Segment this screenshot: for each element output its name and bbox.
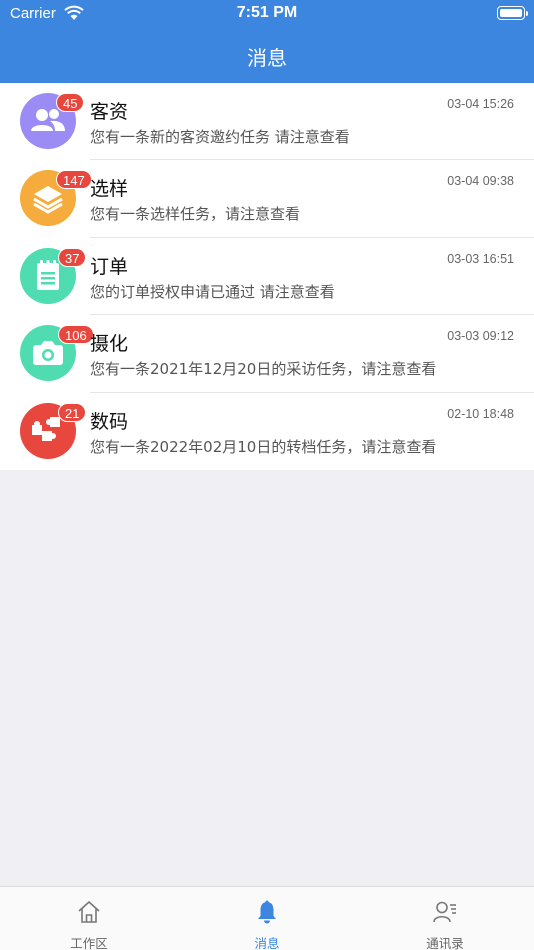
- message-desc: 您有一条2022年02月10日的转档任务，请注意查看: [90, 437, 437, 456]
- home-icon: [78, 901, 100, 923]
- unread-badge: 21: [58, 402, 87, 422]
- unread-badge: 106: [58, 325, 94, 345]
- message-item-dingdan[interactable]: 37 订单 03-03 16:51 您的订单授权申请已通过 请注意查看: [0, 238, 534, 316]
- message-item-shehua[interactable]: 106 摄化 03-03 09:12 您有一条2021年12月20日的采访任务，…: [0, 315, 534, 393]
- tab-label: 通讯录: [426, 936, 464, 950]
- tab-workspace[interactable]: 工作区: [0, 887, 178, 950]
- tab-contacts[interactable]: 通讯录: [356, 887, 534, 950]
- message-item-shuma[interactable]: 21 数码 02-10 18:48 您有一条2022年02月10日的转档任务，请…: [0, 393, 534, 470]
- unread-badge: 37: [58, 247, 87, 267]
- message-item-xuanyang[interactable]: 147 选样 03-04 09:38 您有一条选样任务，请注意查看: [0, 160, 534, 239]
- message-time: 03-04 15:26: [447, 97, 514, 111]
- message-title: 选样: [90, 178, 129, 201]
- unread-badge: 45: [56, 93, 85, 112]
- contacts-icon: [433, 901, 456, 923]
- message-desc: 您的订单授权申请已通过 请注意查看: [90, 282, 335, 301]
- message-time: 02-10 18:48: [447, 406, 514, 421]
- message-title: 订单: [90, 255, 129, 278]
- message-item-keizi[interactable]: 45 客资 03-04 15:26 您有一条新的客资邀约任务 请注意查看: [0, 83, 534, 161]
- status-bar: Carrier 7:51 PM: [0, 0, 534, 28]
- bell-icon: [258, 900, 276, 924]
- message-title: 数码: [90, 410, 129, 433]
- unread-badge: 147: [56, 170, 92, 190]
- message-title: 摄化: [90, 333, 129, 356]
- page-title: 消息: [247, 46, 287, 70]
- message-desc: 您有一条选样任务，请注意查看: [90, 205, 301, 224]
- battery-icon: [497, 6, 528, 20]
- status-time: 7:51 PM: [236, 4, 298, 21]
- message-desc: 您有一条新的客资邀约任务 请注意查看: [90, 128, 350, 146]
- message-time: 03-03 09:12: [447, 329, 514, 344]
- tab-label: 工作区: [70, 936, 108, 950]
- message-time: 03-03 16:51: [447, 251, 514, 266]
- header: Carrier 7:51 PM 消息: [0, 0, 534, 83]
- tab-label: 消息: [254, 936, 280, 950]
- message-time: 03-04 09:38: [447, 174, 514, 189]
- message-list: 45 客资 03-04 15:26 您有一条新的客资邀约任务 请注意查看 147…: [0, 83, 534, 470]
- tab-messages[interactable]: 消息: [178, 887, 356, 950]
- message-title: 客资: [90, 101, 129, 123]
- message-desc: 您有一条2021年12月20日的采访任务，请注意查看: [90, 360, 437, 379]
- tab-bar: 工作区 消息 通讯录: [0, 886, 534, 950]
